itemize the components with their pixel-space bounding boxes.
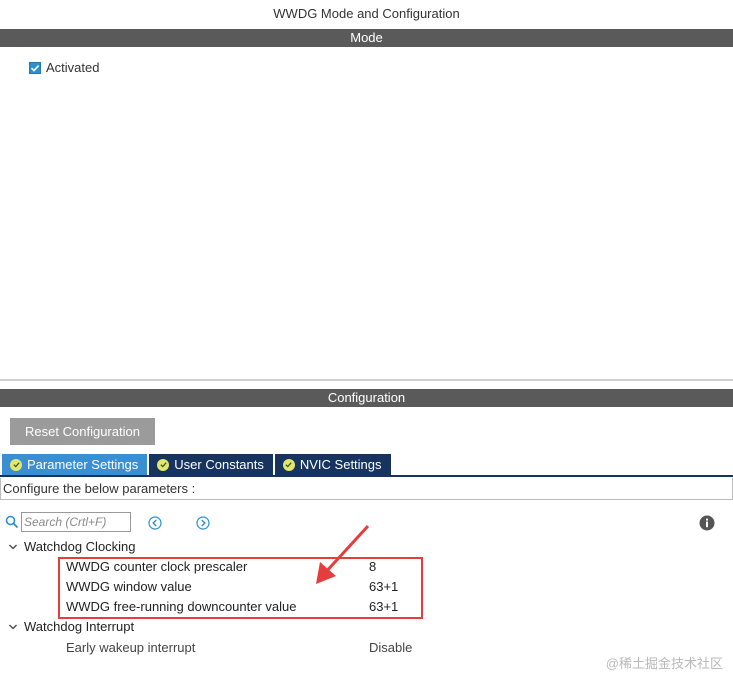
tab-label: NVIC Settings [299, 457, 382, 472]
mode-panel-divider [0, 379, 733, 381]
search-bar [5, 512, 131, 532]
tab-user-constants[interactable]: User Constants [149, 454, 273, 475]
chevron-down-icon [9, 624, 17, 629]
watermark: @稀土掘金技术社区 [605, 656, 723, 671]
check-circle-icon [157, 458, 170, 471]
info-icon[interactable] [699, 515, 715, 531]
search-input[interactable] [21, 512, 131, 532]
param-name: Early wakeup interrupt [66, 640, 196, 655]
tab-label: User Constants [174, 457, 264, 472]
tab-nvic-settings[interactable]: NVIC Settings [274, 454, 391, 475]
search-icon [5, 515, 19, 529]
activated-checkbox[interactable] [29, 61, 41, 74]
activated-label: Activated [46, 60, 100, 75]
mode-section-header: Mode [0, 29, 733, 47]
check-circle-icon [10, 458, 22, 471]
configuration-section-header: Configuration [0, 389, 733, 407]
group-label: Watchdog Interrupt [24, 619, 135, 634]
config-tabs: Parameter Settings User Constants NVIC S… [2, 454, 391, 475]
check-circle-icon [282, 458, 295, 471]
param-row-early-wakeup[interactable]: Early wakeup interrupt Disable [66, 638, 426, 658]
checkmark-icon [30, 64, 40, 72]
group-watchdog-clocking[interactable]: Watchdog Clocking [8, 539, 136, 554]
chevron-down-icon [9, 544, 17, 549]
tab-underline [0, 475, 733, 477]
param-value[interactable]: Disable [369, 638, 412, 658]
configure-instructions: Configure the below parameters : [0, 478, 733, 500]
annotation-arrow-icon [316, 524, 370, 584]
group-watchdog-interrupt[interactable]: Watchdog Interrupt [8, 619, 134, 634]
tab-label: Parameter Settings [27, 457, 139, 472]
group-label: Watchdog Clocking [24, 539, 136, 554]
tab-parameter-settings[interactable]: Parameter Settings [2, 454, 148, 475]
search-next-icon[interactable] [196, 516, 210, 530]
search-previous-icon[interactable] [148, 516, 162, 530]
activated-checkbox-row[interactable]: Activated [29, 60, 99, 75]
reset-configuration-button[interactable]: Reset Configuration [10, 418, 155, 445]
window-title: WWDG Mode and Configuration [0, 0, 733, 28]
